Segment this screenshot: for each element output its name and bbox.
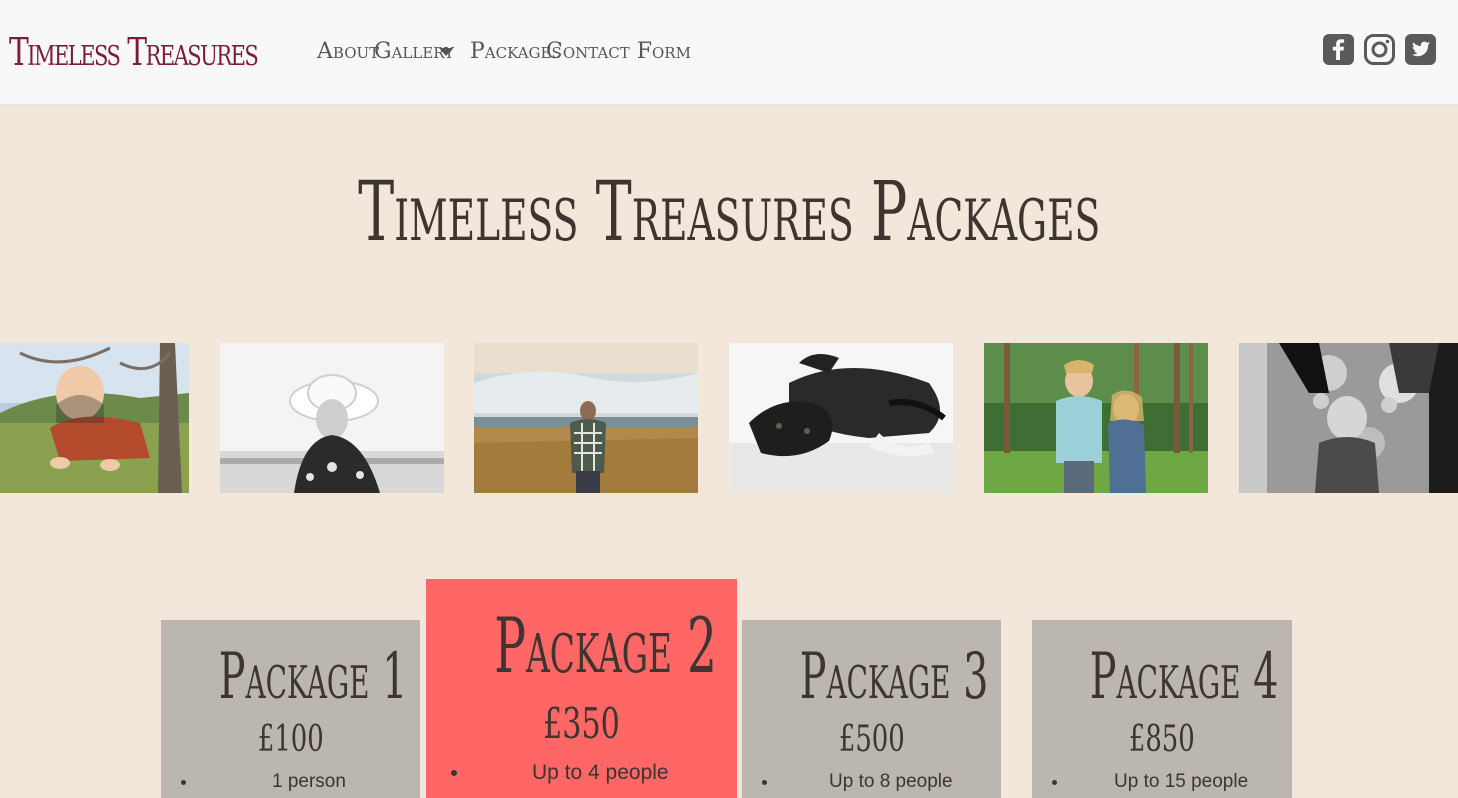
package-title: Package 3 xyxy=(799,640,989,714)
package-feature: Up to 8 people xyxy=(779,770,1001,794)
nav-about-link[interactable]: About xyxy=(317,39,379,64)
package-feature: Up to 4 people xyxy=(470,761,737,785)
facebook-icon[interactable] xyxy=(1323,34,1354,65)
package-price: £100 xyxy=(257,719,324,760)
package-price: £500 xyxy=(838,719,905,760)
package-feature: Up to 15 people xyxy=(1069,770,1292,794)
nav-item-contact[interactable]: Contact Form xyxy=(546,34,691,70)
nav-item-gallery[interactable]: Gallery xyxy=(374,34,470,70)
social-links xyxy=(1323,34,1436,65)
package-price: £350 xyxy=(543,699,620,748)
package-features: Up to 4 people xyxy=(426,761,737,785)
brand-logo[interactable]: Timeless Treasures xyxy=(9,26,259,78)
package-price: £850 xyxy=(1129,719,1195,760)
chevron-down-icon[interactable] xyxy=(439,48,453,56)
twitter-icon[interactable] xyxy=(1405,34,1436,65)
nav-contact-link[interactable]: Contact Form xyxy=(546,39,691,64)
package-title: Package 2 xyxy=(494,601,717,690)
gallery-photo-family[interactable] xyxy=(1239,343,1458,493)
package-title: Package 4 xyxy=(1089,640,1279,714)
package-features: Up to 8 people xyxy=(742,770,1001,794)
package-card-1[interactable]: Package 1 £100 1 person xyxy=(161,620,420,798)
page-title-text: Timeless Treasures Packages xyxy=(357,165,1101,260)
package-card-3[interactable]: Package 3 £500 Up to 8 people xyxy=(742,620,1001,798)
package-card-4[interactable]: Package 4 £850 Up to 15 people xyxy=(1032,620,1292,798)
package-features: Up to 15 people xyxy=(1032,770,1292,794)
nav-links: About Gallery Packages Contact Form xyxy=(317,34,691,70)
package-features: 1 person xyxy=(161,770,420,794)
gallery-photo-dog[interactable] xyxy=(729,343,953,493)
nav-item-packages[interactable]: Packages xyxy=(470,34,562,70)
gallery-photo-children[interactable] xyxy=(984,343,1208,493)
gallery-photo-baby[interactable] xyxy=(0,343,189,493)
page-title: Timeless Treasures Packages xyxy=(0,158,1458,268)
package-title: Package 1 xyxy=(218,640,408,714)
package-card-2[interactable]: Package 2 £350 Up to 4 people xyxy=(426,579,737,798)
navbar: Timeless Treasures About Gallery Package… xyxy=(0,0,1458,105)
gallery-photo-man-lake[interactable] xyxy=(474,343,698,493)
nav-item-about[interactable]: About xyxy=(317,34,379,70)
package-feature: 1 person xyxy=(198,770,420,794)
gallery-photo-woman-hat[interactable] xyxy=(220,343,444,493)
instagram-icon[interactable] xyxy=(1364,34,1395,65)
